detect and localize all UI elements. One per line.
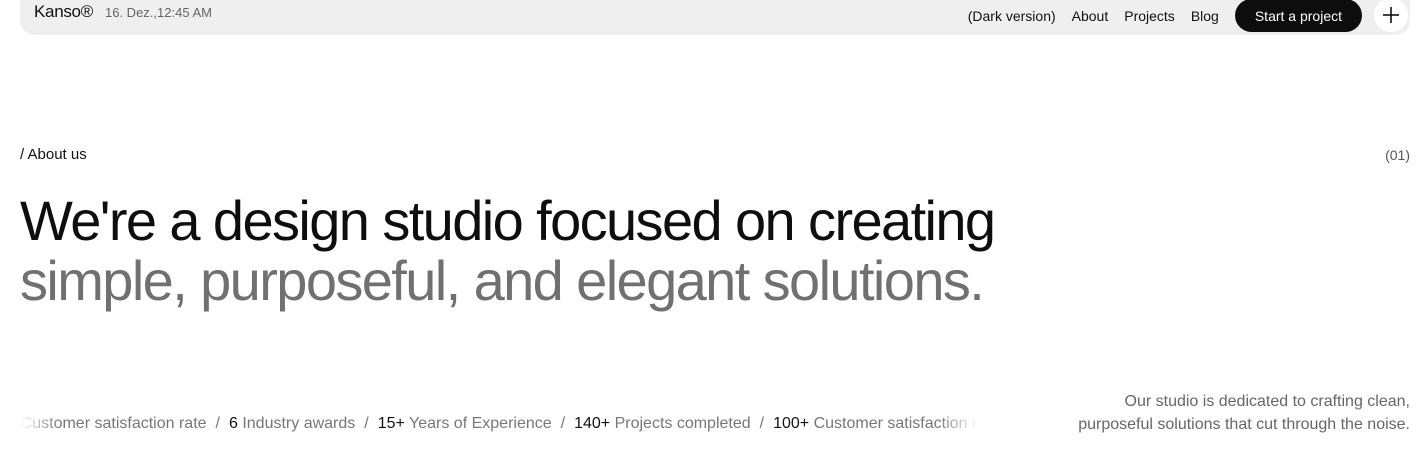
- studio-description: Our studio is dedicated to crafting clea…: [1078, 393, 1410, 433]
- stat-item: 6 Industry awards: [228, 415, 356, 432]
- nav-blog[interactable]: Blog: [1191, 8, 1219, 24]
- stat-separator: /: [215, 415, 220, 432]
- stats-track: % Customer satisfaction rate / 6 Industr…: [20, 412, 978, 436]
- top-navbar: Kanso® 16. Dez.,12:45 AM (Dark version) …: [20, 0, 1410, 35]
- section-label: / About us: [20, 146, 87, 163]
- brand-logo[interactable]: Kanso®: [34, 2, 93, 22]
- menu-toggle-button[interactable]: [1374, 0, 1408, 32]
- stats-ticker: % Customer satisfaction rate / 6 Industr…: [20, 412, 978, 438]
- headline-line-secondary: simple, purposeful, and elegant solution…: [20, 249, 985, 312]
- nav-dark-version[interactable]: (Dark version): [968, 8, 1056, 24]
- plus-icon: [1383, 7, 1399, 23]
- page-headline: We're a design studio focused on creatin…: [20, 189, 996, 312]
- nav-projects[interactable]: Projects: [1124, 8, 1175, 24]
- stat-item: 15+ Years of Experience: [377, 415, 552, 432]
- start-project-button[interactable]: Start a project: [1234, 0, 1362, 32]
- stat-item: 140+ Projects completed: [574, 415, 751, 432]
- stat-item: 100+ Customer satisfaction rate: [773, 415, 978, 432]
- stat-separator: /: [560, 415, 566, 432]
- stat-item: % Customer satisfaction rate: [20, 415, 207, 432]
- nav-links: (Dark version) About Projects Blog Start…: [968, 0, 1362, 32]
- current-datetime: 16. Dez.,12:45 AM: [105, 5, 212, 20]
- stat-separator: /: [364, 415, 369, 432]
- nav-about[interactable]: About: [1072, 8, 1109, 24]
- section-number: (01): [1385, 147, 1410, 163]
- stat-separator: /: [759, 415, 765, 432]
- headline-line-primary: We're a design studio focused on creatin…: [20, 189, 996, 252]
